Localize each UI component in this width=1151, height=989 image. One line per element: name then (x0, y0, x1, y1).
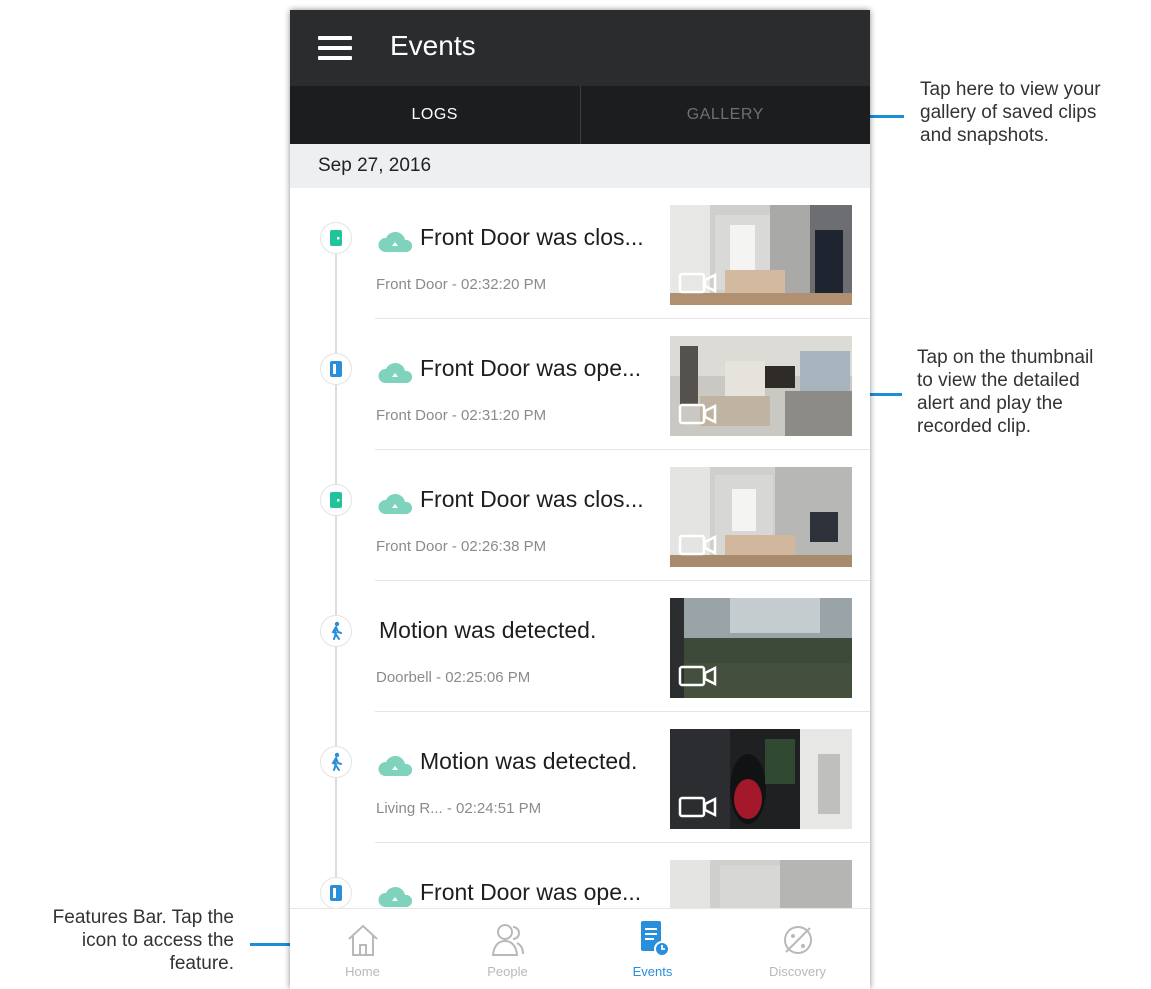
event-thumbnail[interactable] (670, 336, 852, 436)
phone-screen: Events LOGS GALLERY Sep 27, 2016 Front D… (290, 10, 870, 989)
door-closed-icon (320, 222, 352, 254)
event-row[interactable]: Motion was detected. Doorbell - 02:25:06… (290, 581, 870, 712)
features-bar: Home People Events Discovery (290, 908, 870, 989)
events-icon (640, 921, 670, 957)
door-closed-icon (320, 484, 352, 516)
page-title: Events (390, 30, 476, 61)
door-open-icon (320, 353, 352, 385)
nav-people[interactable]: People (435, 909, 580, 989)
event-thumbnail[interactable] (670, 729, 852, 829)
video-camera-icon (678, 403, 717, 425)
event-title: Front Door was clos... (420, 224, 644, 250)
nav-label: People (487, 964, 528, 979)
video-camera-icon (678, 272, 717, 294)
thumbnail-annotation: Tap on the thumbnail to view the detaile… (917, 347, 1094, 437)
app-bar: Events (290, 10, 870, 86)
hamburger-menu-icon[interactable] (318, 36, 352, 62)
event-thumbnail[interactable] (670, 598, 852, 698)
event-thumbnail[interactable] (670, 860, 852, 908)
event-title: Motion was detected. (379, 617, 597, 643)
home-icon (347, 924, 378, 956)
nav-home[interactable]: Home (290, 909, 435, 989)
cloud-icon (378, 886, 413, 907)
event-subtitle: Front Door - 02:26:38 PM (376, 538, 547, 555)
video-camera-icon (678, 534, 717, 556)
event-title: Front Door was ope... (420, 879, 642, 905)
cloud-icon (378, 755, 413, 776)
gallery-annotation: Tap here to view your gallery of saved c… (920, 79, 1101, 146)
event-title: Front Door was ope... (420, 355, 642, 381)
event-thumbnail[interactable] (670, 467, 852, 567)
event-title: Front Door was clos... (420, 486, 644, 512)
event-subtitle: Front Door - 02:32:20 PM (376, 276, 547, 293)
nav-events[interactable]: Events (580, 909, 725, 989)
nav-discovery[interactable]: Discovery (725, 909, 870, 989)
date-header: Sep 27, 2016 (290, 144, 870, 188)
event-row[interactable]: Motion was detected. Living R... - 02:24… (290, 712, 870, 843)
nav-label: Discovery (768, 964, 827, 979)
event-subtitle: Living R... - 02:24:51 PM (376, 800, 542, 817)
video-camera-icon (678, 665, 717, 687)
cloud-icon (378, 362, 413, 383)
motion-icon (320, 746, 352, 778)
event-row[interactable]: Front Door was clos... Front Door - 02:2… (290, 450, 870, 581)
event-list[interactable]: Front Door was clos... Front Door - 02:3… (290, 188, 870, 908)
door-open-icon (320, 877, 352, 908)
event-row[interactable]: Front Door was ope... (290, 843, 870, 908)
discovery-icon (783, 926, 812, 954)
features-annotation: Features Bar. Tap the icon to access the… (52, 907, 234, 974)
nav-label: Events (632, 964, 673, 979)
tab-logs[interactable]: LOGS (290, 86, 580, 144)
nav-label: Home (345, 964, 380, 979)
cloud-icon (378, 493, 413, 514)
event-title: Motion was detected. (420, 748, 638, 774)
event-subtitle: Front Door - 02:31:20 PM (376, 407, 547, 424)
event-row[interactable]: Front Door was ope... Front Door - 02:31… (290, 319, 870, 450)
tab-gallery[interactable]: GALLERY (579, 86, 871, 144)
cloud-icon (378, 231, 413, 252)
event-subtitle: Doorbell - 02:25:06 PM (376, 669, 531, 686)
event-thumbnail[interactable] (670, 205, 852, 305)
event-row[interactable]: Front Door was clos... Front Door - 02:3… (290, 188, 870, 319)
video-camera-icon (678, 796, 717, 818)
tab-bar: LOGS GALLERY (290, 86, 870, 144)
people-icon (491, 924, 524, 956)
motion-icon (320, 615, 352, 647)
